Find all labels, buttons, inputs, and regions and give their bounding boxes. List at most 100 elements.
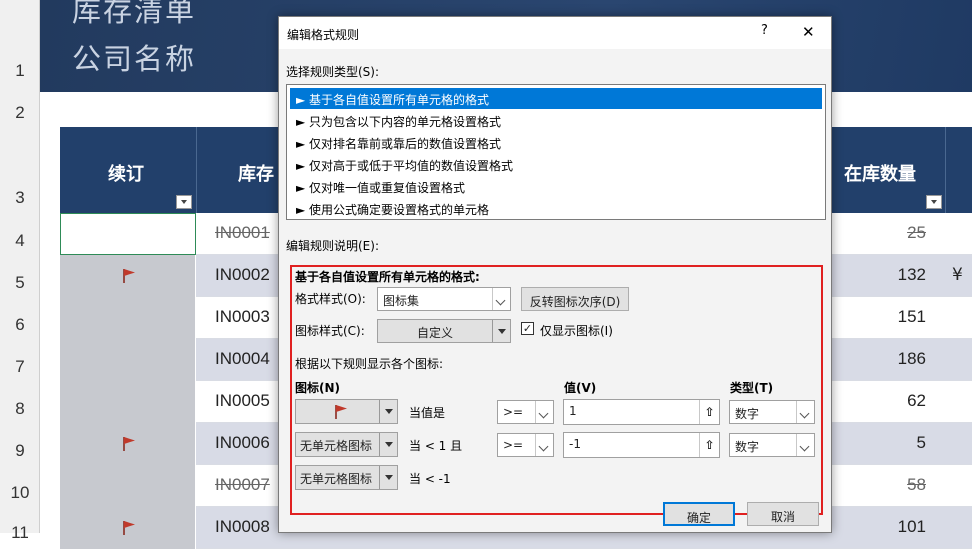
- quantity-cell[interactable]: 5: [917, 433, 926, 453]
- inventory-id-cell[interactable]: IN0008: [215, 517, 270, 537]
- inventory-id-cell[interactable]: IN0003: [215, 307, 270, 327]
- flag-icon: [123, 437, 135, 451]
- chevron-down-icon: [796, 401, 814, 423]
- row-number[interactable]: 8: [0, 399, 40, 419]
- rule-type-item[interactable]: ► 仅对高于或低于平均值的数值设置格式: [290, 154, 822, 175]
- select-rule-type-label: 选择规则类型(S):: [286, 65, 380, 79]
- chevron-down-icon: [535, 434, 553, 456]
- range-select-icon[interactable]: ⇧: [699, 433, 719, 457]
- rule2-condition-text: 当 < 1 且: [409, 439, 463, 453]
- quantity-cell[interactable]: 132: [898, 265, 926, 285]
- quantity-cell[interactable]: 186: [898, 349, 926, 369]
- rule1-value-input[interactable]: 1 ⇧: [563, 399, 720, 425]
- filter-dropdown-icon[interactable]: [926, 195, 942, 209]
- icon-style-label: 图标样式(C):: [295, 324, 365, 338]
- renew-cell[interactable]: [60, 255, 196, 297]
- row-number[interactable]: 4: [0, 231, 40, 251]
- icon-style-select[interactable]: 自定义: [377, 319, 511, 343]
- chevron-down-icon: [535, 401, 553, 423]
- inventory-id-cell[interactable]: IN0001: [215, 223, 270, 243]
- renew-cell[interactable]: [60, 465, 196, 507]
- show-icon-only-checkbox[interactable]: ✓: [521, 322, 534, 335]
- close-icon[interactable]: ✕: [802, 23, 815, 41]
- rule1-value-text: 1: [569, 404, 577, 418]
- rule1-operator-value: >=: [503, 405, 524, 419]
- rule3-icon-value: 无单元格图标: [300, 472, 373, 486]
- icon-style-value: 自定义: [416, 326, 453, 340]
- edit-formatting-rule-dialog: 编辑格式规则 ? ✕ 选择规则类型(S): ► 基于各自值设置所有单元格的格式 …: [278, 16, 832, 533]
- quantity-cell[interactable]: 58: [907, 475, 926, 495]
- quantity-cell[interactable]: 101: [898, 517, 926, 537]
- rule1-operator-select[interactable]: >=: [497, 400, 554, 424]
- rule-type-item[interactable]: ► 基于各自值设置所有单元格的格式: [290, 88, 822, 109]
- rule2-icon-select[interactable]: 无单元格图标: [295, 432, 398, 457]
- range-select-icon[interactable]: ⇧: [699, 400, 719, 424]
- rule1-icon-select[interactable]: [295, 399, 398, 424]
- format-style-value: 图标集: [383, 294, 420, 308]
- row-number[interactable]: 1: [0, 61, 40, 81]
- flag-icon: [123, 521, 135, 535]
- rule-type-item[interactable]: ► 只为包含以下内容的单元格设置格式: [290, 110, 822, 131]
- quantity-cell[interactable]: 151: [898, 307, 926, 327]
- row-number[interactable]: 9: [0, 441, 40, 461]
- inventory-id-cell[interactable]: IN0005: [215, 391, 270, 411]
- dialog-title: 编辑格式规则: [287, 28, 360, 42]
- inventory-id-cell[interactable]: IN0006: [215, 433, 270, 453]
- inventory-id-cell[interactable]: IN0004: [215, 349, 270, 369]
- rule3-icon-select[interactable]: 无单元格图标: [295, 465, 398, 490]
- rule2-type-value: 数字: [735, 440, 760, 454]
- dropdown-arrow-icon: [379, 466, 397, 489]
- renew-cell[interactable]: [60, 381, 196, 423]
- row-number[interactable]: 3: [0, 188, 40, 208]
- value-column-label: 值(V): [564, 381, 597, 395]
- rule2-type-select[interactable]: 数字: [729, 433, 815, 457]
- group-title: 基于各自值设置所有单元格的格式:: [295, 270, 480, 284]
- inventory-id-cell[interactable]: IN0002: [215, 265, 270, 285]
- row-number[interactable]: 11: [0, 523, 40, 543]
- rule2-value-input[interactable]: -1 ⇧: [563, 432, 720, 458]
- row-number[interactable]: 5: [0, 273, 40, 293]
- format-style-label: 格式样式(O):: [295, 292, 366, 306]
- quantity-cell[interactable]: 25: [907, 223, 926, 243]
- flag-icon: [123, 269, 135, 283]
- rule1-condition-text: 当值是: [409, 406, 446, 420]
- rule1-type-value: 数字: [735, 407, 760, 421]
- renew-cell[interactable]: [60, 339, 196, 381]
- format-style-select[interactable]: 图标集: [377, 287, 511, 311]
- rule-type-item[interactable]: ► 仅对排名靠前或靠后的数值设置格式: [290, 132, 822, 153]
- inventory-id-cell[interactable]: IN0007: [215, 475, 270, 495]
- dropdown-arrow-icon: [379, 400, 397, 423]
- price-cell[interactable]: ¥: [952, 265, 963, 285]
- rule-type-list[interactable]: ► 基于各自值设置所有单元格的格式 ► 只为包含以下内容的单元格设置格式 ► 仅…: [286, 84, 826, 220]
- dropdown-arrow-icon: [492, 320, 510, 342]
- rule1-type-select[interactable]: 数字: [729, 400, 815, 424]
- show-icon-only-label: 仅显示图标(I): [540, 324, 613, 338]
- row-number[interactable]: 10: [0, 483, 40, 503]
- header-quantity: 在库数量: [844, 164, 916, 185]
- dropdown-arrow-icon: [379, 433, 397, 456]
- renew-cell[interactable]: [60, 507, 196, 549]
- edit-description-label: 编辑规则说明(E):: [286, 239, 379, 253]
- quantity-cell[interactable]: 62: [907, 391, 926, 411]
- rule2-icon-value: 无单元格图标: [300, 439, 373, 453]
- row-header-column: 1 2 3 4 5 6 7 8 9 10 11: [0, 0, 40, 542]
- rule2-operator-value: >=: [503, 438, 524, 452]
- row-number[interactable]: 7: [0, 357, 40, 377]
- rule2-operator-select[interactable]: >=: [497, 433, 554, 457]
- icon-column-label: 图标(N): [295, 381, 341, 395]
- chevron-down-icon: [796, 434, 814, 456]
- filter-dropdown-icon[interactable]: [176, 195, 192, 209]
- cancel-button[interactable]: 取消: [747, 502, 819, 526]
- renew-cell[interactable]: [60, 213, 196, 255]
- renew-cell[interactable]: [60, 297, 196, 339]
- flag-icon: [335, 405, 347, 419]
- renew-cell[interactable]: [60, 423, 196, 465]
- rule-type-item[interactable]: ► 使用公式确定要设置格式的单元格: [290, 198, 822, 219]
- row-number[interactable]: 6: [0, 315, 40, 335]
- rule-type-item[interactable]: ► 仅对唯一值或重复值设置格式: [290, 176, 822, 197]
- row-number[interactable]: 2: [0, 103, 40, 123]
- help-button[interactable]: ?: [761, 23, 768, 38]
- reverse-icon-order-button[interactable]: 反转图标次序(D): [521, 287, 629, 311]
- ok-button[interactable]: 确定: [663, 502, 735, 526]
- rules-description: 根据以下规则显示各个图标:: [295, 357, 444, 371]
